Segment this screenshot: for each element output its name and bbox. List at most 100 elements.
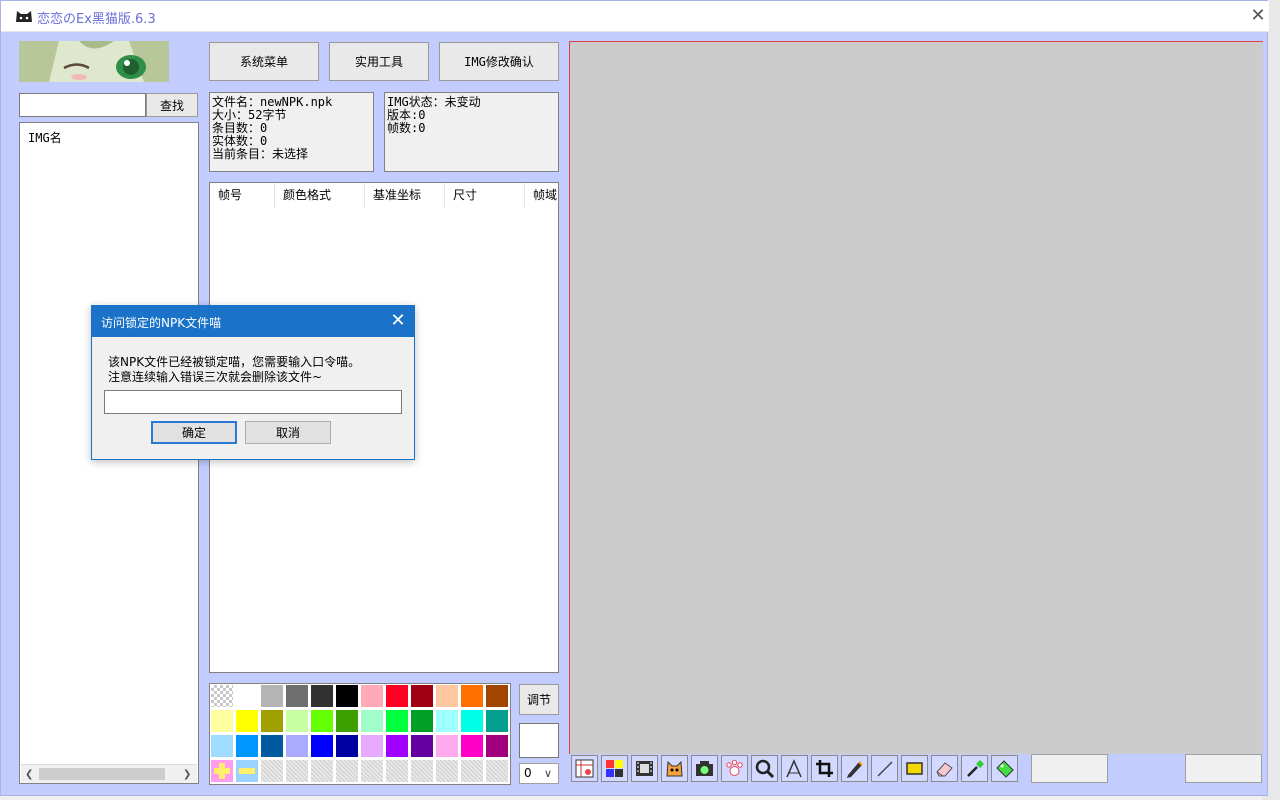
palette-swatch[interactable] (360, 684, 384, 708)
palette-swatch[interactable] (385, 709, 409, 733)
palette-swatch[interactable] (485, 734, 509, 758)
dialog-title: 访问锁定的NPK文件喵 (101, 316, 222, 330)
line-icon[interactable] (871, 755, 898, 782)
palette-swatch[interactable] (285, 684, 309, 708)
eraser-icon[interactable] (931, 755, 958, 782)
adjust-button[interactable]: 调节 (519, 684, 559, 715)
img-list-header: IMG名 (28, 131, 62, 145)
palette-swatch[interactable] (460, 684, 484, 708)
palette-swatch[interactable] (310, 684, 334, 708)
palette-swatch[interactable] (435, 684, 459, 708)
eyedropper-icon[interactable] (961, 755, 988, 782)
palette-swatch[interactable] (360, 709, 384, 733)
palette-swatch[interactable] (285, 709, 309, 733)
palette-swatch[interactable] (385, 684, 409, 708)
palette-swatch[interactable] (460, 709, 484, 733)
palette-swatch[interactable] (235, 734, 259, 758)
search-input[interactable] (19, 93, 146, 117)
palette-swatch-empty[interactable] (260, 759, 284, 783)
add-color-icon[interactable] (210, 759, 234, 783)
black-cat-icon (15, 9, 33, 23)
camera-icon[interactable] (691, 755, 718, 782)
palette-swatch-empty[interactable] (285, 759, 309, 783)
palette-swatch[interactable] (335, 734, 359, 758)
palette-swatch[interactable] (335, 684, 359, 708)
window-close-button[interactable]: ✕ (1247, 5, 1269, 27)
file-info-panel: 文件名：newNPK.npk 大小：52字节 条目数：0 实体数：0 当前条目：… (209, 92, 374, 172)
palette-swatch[interactable] (260, 709, 284, 733)
palette-grid-icon[interactable] (601, 755, 628, 782)
palette-swatch[interactable] (260, 734, 284, 758)
tools-button[interactable]: 实用工具 (329, 42, 429, 81)
column-header-base-coord[interactable]: 基准坐标 (365, 183, 445, 208)
palette-swatch[interactable] (460, 734, 484, 758)
palette-swatch[interactable] (260, 684, 284, 708)
palette-swatch[interactable] (210, 709, 234, 733)
img-frame-count-text: 帧数:0 (387, 121, 426, 135)
frame-sheet-icon[interactable] (571, 755, 598, 782)
palette-swatch[interactable] (335, 709, 359, 733)
cat-face-icon[interactable] (661, 755, 688, 782)
unlock-npk-dialog: 访问锁定的NPK文件喵 ✕ 该NPK文件已经被锁定喵，您需要输入口令喵。 注意连… (91, 305, 415, 460)
column-header-color-format[interactable]: 颜色格式 (275, 183, 365, 208)
chevron-down-icon[interactable]: ∨ (544, 764, 552, 784)
palette-swatch-empty[interactable] (410, 759, 434, 783)
current-color-preview[interactable] (519, 723, 559, 758)
remove-color-icon[interactable] (235, 759, 259, 783)
palette-swatch-empty[interactable] (360, 759, 384, 783)
img-list-horizontal-scrollbar[interactable]: ❮ ❯ (21, 764, 197, 783)
alpha-select[interactable]: 0 ∨ (519, 763, 559, 784)
img-info-panel: IMG状态：未变动 版本:0 帧数:0 (384, 92, 559, 172)
palette-swatch-empty[interactable] (335, 759, 359, 783)
cancel-button[interactable]: 取消 (245, 421, 331, 444)
status-box-2 (1185, 754, 1262, 783)
dialog-close-icon[interactable]: ✕ (386, 310, 410, 332)
palette-swatch-empty[interactable] (485, 759, 509, 783)
palette-swatch[interactable] (410, 734, 434, 758)
palette-swatch-empty[interactable] (310, 759, 334, 783)
rectangle-icon[interactable] (901, 755, 928, 782)
palette-swatch[interactable] (435, 709, 459, 733)
palette-swatch[interactable] (485, 684, 509, 708)
pencil-icon[interactable] (841, 755, 868, 782)
palette-swatch[interactable] (485, 709, 509, 733)
palette-swatch-empty[interactable] (385, 759, 409, 783)
palette-swatch-transparent[interactable] (210, 684, 234, 708)
column-header-size[interactable]: 尺寸 (445, 183, 525, 208)
palette-swatch[interactable] (385, 734, 409, 758)
img-confirm-button[interactable]: IMG修改确认 (439, 42, 559, 81)
title-bar[interactable]: 恋恋のEx黑猫版.6.3 ✕ (1, 1, 1269, 32)
palette-swatch[interactable] (285, 734, 309, 758)
dialog-title-bar[interactable]: 访问锁定的NPK文件喵 ✕ (92, 306, 414, 337)
password-input[interactable] (104, 390, 402, 414)
crop-icon[interactable] (811, 755, 838, 782)
palette-swatch[interactable] (235, 709, 259, 733)
scroll-left-icon[interactable]: ❮ (25, 765, 37, 784)
column-header-frame-area[interactable]: 帧域 (525, 183, 558, 208)
scroll-right-icon[interactable]: ❯ (183, 765, 195, 784)
window-title: 恋恋のEx黑猫版.6.3 (37, 12, 156, 27)
scrollbar-thumb[interactable] (39, 768, 165, 780)
palette-swatch[interactable] (310, 709, 334, 733)
system-menu-button[interactable]: 系统菜单 (209, 42, 319, 81)
palette-swatch-empty[interactable] (435, 759, 459, 783)
color-palette[interactable] (209, 683, 511, 785)
paw-icon[interactable] (721, 755, 748, 782)
palette-swatch[interactable] (410, 684, 434, 708)
tag-icon[interactable] (991, 755, 1018, 782)
column-header-frame-no[interactable]: 帧号 (210, 183, 275, 208)
palette-swatch[interactable] (435, 734, 459, 758)
palette-swatch[interactable] (210, 734, 234, 758)
film-strip-icon[interactable] (631, 755, 658, 782)
ok-button[interactable]: 确定 (151, 421, 237, 444)
measure-icon[interactable] (781, 755, 808, 782)
palette-swatch[interactable] (410, 709, 434, 733)
palette-swatch[interactable] (360, 734, 384, 758)
palette-swatch[interactable] (235, 684, 259, 708)
magnifier-icon[interactable] (751, 755, 778, 782)
palette-swatch-empty[interactable] (460, 759, 484, 783)
status-box-1 (1031, 754, 1108, 783)
image-canvas[interactable] (569, 41, 1263, 754)
palette-swatch[interactable] (310, 734, 334, 758)
search-button[interactable]: 查找 (146, 93, 198, 117)
